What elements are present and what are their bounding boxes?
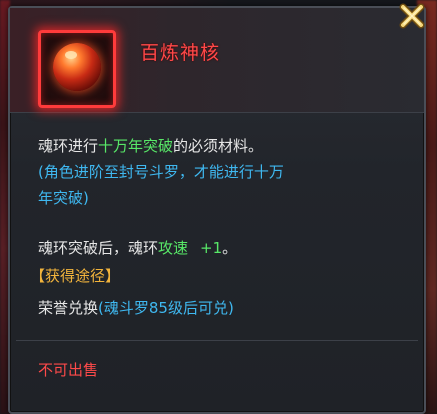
close-button[interactable] [396,0,428,32]
item-header: 百炼神核 [10,8,424,113]
acquisition-note: (魂斗罗85级后可兑) [98,299,234,317]
breakthrough-highlight: 十万年突破 [98,137,174,155]
attack-speed-label: 攻速 [158,239,189,257]
acquisition-title: 【获得途径】 [30,267,121,285]
effect-text: 。 [222,239,238,257]
acquisition-method: 荣誉兑换 [38,299,99,317]
sell-status: 不可出售 [38,361,99,379]
description-text: 的必须材料。 [173,137,264,155]
effect-line: 魂环突破后，魂环攻速 +1。 [38,236,237,260]
red-orb-icon [53,43,101,91]
description-note-line-1: (角色进阶至封号斗罗，才能进行十万 [38,163,284,181]
item-tooltip-panel: 百炼神核 魂环进行十万年突破的必须材料。 (角色进阶至封号斗罗，才能进行十万 年… [8,3,426,414]
close-x-icon [399,3,425,29]
item-name: 百炼神核 [140,42,221,64]
description-text: 魂环进行 [38,137,99,155]
description-note-line-2: 年突破) [38,189,89,207]
effect-text: 魂环突破后，魂环 [38,239,159,257]
footer-divider [16,340,418,341]
attack-speed-value: +1 [200,239,223,257]
acquisition-line: 荣誉兑换(魂斗罗85级后可兑) [38,296,234,320]
game-stage: 百炼神核 魂环进行十万年突破的必须材料。 (角色进阶至封号斗罗，才能进行十万 年… [0,0,437,414]
description-line-1: 魂环进行十万年突破的必须材料。 [38,134,263,158]
item-icon-frame [38,30,116,108]
